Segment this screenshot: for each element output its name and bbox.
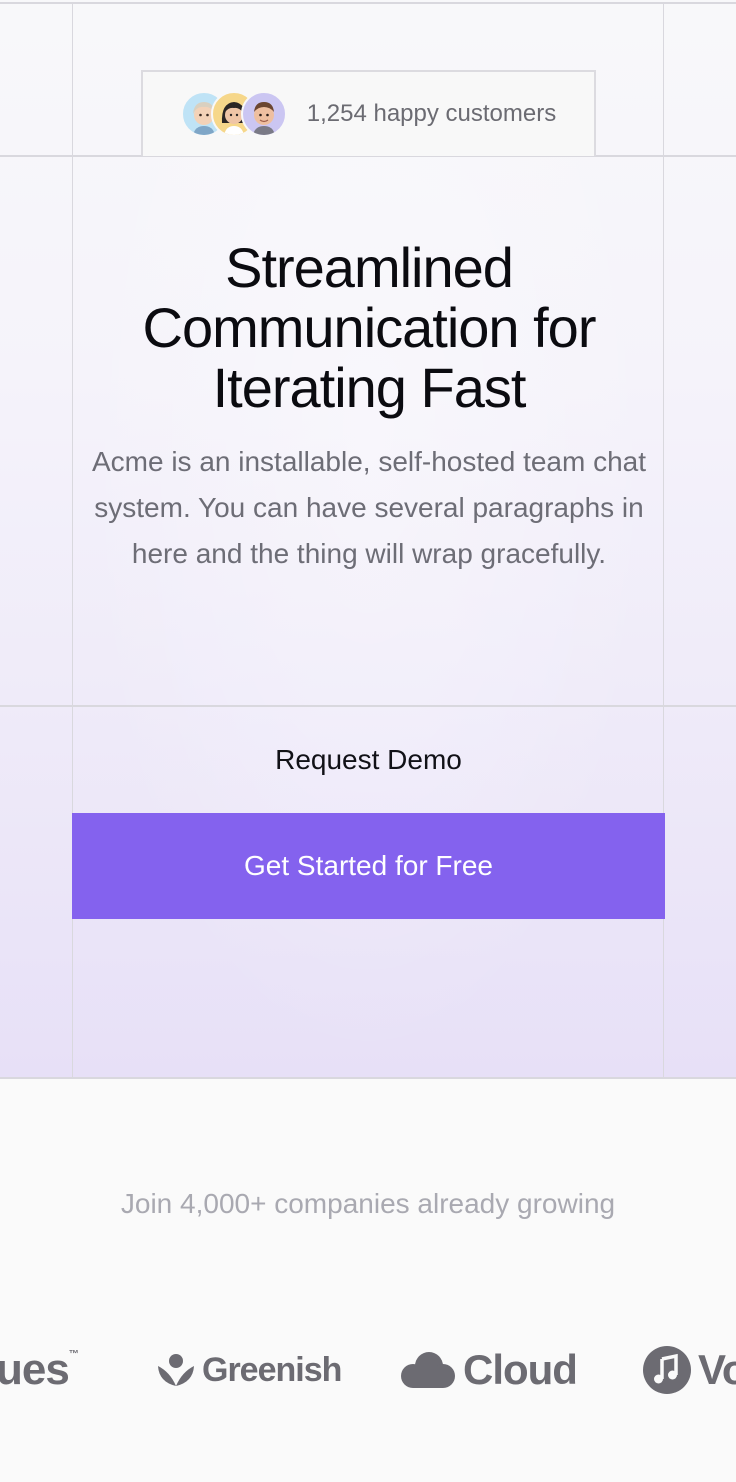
hero-section: 1,254 happy customers Streamlined Commun…: [0, 0, 736, 1079]
logo-vo: Vo: [642, 1335, 736, 1405]
music-note-icon: [643, 1346, 691, 1394]
logo-wordmark: Cloud: [463, 1346, 578, 1393]
customers-badge: 1,254 happy customers: [141, 70, 596, 156]
headline-line: Communication for: [142, 296, 597, 359]
logo-wordmark: Vo: [698, 1346, 736, 1393]
avatar-group: [180, 89, 291, 139]
customers-count-text: 1,254 happy customers: [306, 100, 557, 127]
logo-wordmark: ues: [0, 1345, 70, 1394]
trademark-icon: ™: [68, 1349, 79, 1360]
social-proof-text: Join 4,000+ companies already growing: [120, 1188, 616, 1219]
cloud-icon: [401, 1352, 455, 1388]
leaf-icon: [158, 1354, 194, 1386]
grid-line-top: [0, 2, 736, 4]
avatar-brown-hair-icon: [252, 102, 275, 135]
grid-line-bottom: [0, 1077, 736, 1079]
request-demo-button[interactable]: Request Demo: [73, 706, 664, 813]
headline-line: Streamlined: [225, 236, 514, 299]
landing-page: 1,254 happy customers Streamlined Commun…: [0, 0, 736, 1482]
hero-description: Acme is an installable, self-hosted team…: [91, 446, 647, 569]
get-started-button[interactable]: Get Started for Free: [72, 813, 665, 919]
logo-cloud: Cloud: [399, 1335, 578, 1405]
page-title: Streamlined Communication for Iterating …: [73, 238, 665, 418]
logo-greenish: Greenish: [156, 1335, 342, 1405]
logo-wordmark: Greenish: [202, 1350, 342, 1389]
avatar: [240, 91, 287, 137]
logo-strip: ues ™ Greenish Cloud Vo: [0, 1335, 736, 1405]
headline-line: Iterating Fast: [212, 356, 527, 419]
logo-ues: ues ™: [0, 1335, 79, 1405]
